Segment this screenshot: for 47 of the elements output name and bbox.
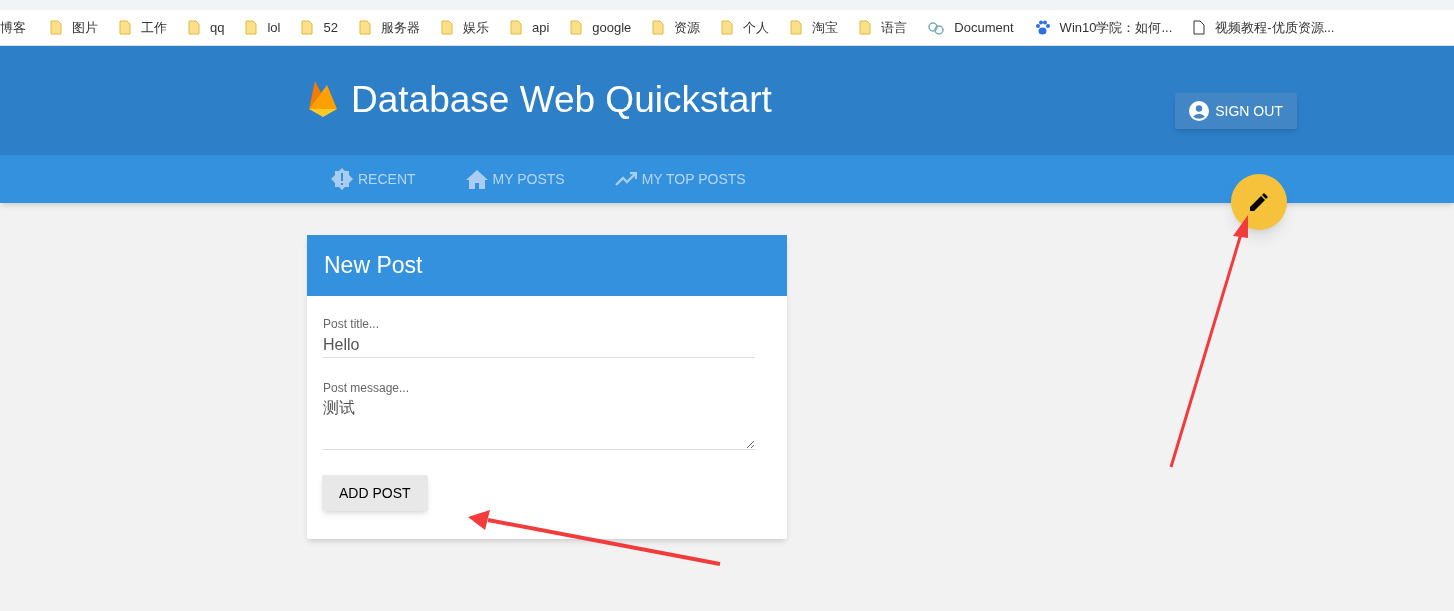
bookmark-link[interactable]: 服务器 (358, 17, 420, 38)
bookmark-link[interactable]: 52 (301, 17, 338, 38)
folder-icon (245, 20, 258, 35)
title-field[interactable]: Hello (323, 332, 755, 358)
bookmark-link[interactable]: 淘宝 (790, 17, 839, 38)
bookmark-link[interactable]: 图片 (50, 17, 98, 38)
folder-icon (188, 20, 200, 35)
folder-icon (652, 20, 665, 35)
folder-icon (440, 20, 453, 35)
bookmark-link[interactable]: api (509, 17, 550, 38)
folder-icon (859, 20, 872, 35)
folder-icon (50, 20, 62, 35)
glasses-icon (928, 20, 945, 35)
bookmark-link[interactable]: qq (188, 17, 225, 38)
folder-icon (721, 20, 734, 35)
bookmark-link[interactable]: 视频教程-优质资源... (1193, 17, 1335, 38)
trending-up-icon (614, 172, 637, 186)
card-title: New Post (324, 251, 423, 281)
bookmark-link[interactable]: 博客 (0, 17, 26, 38)
bookmark-link[interactable]: 工作 (119, 17, 167, 38)
folder-icon (119, 20, 131, 35)
field-label: Post title... (323, 316, 381, 332)
field-label: Post message... (323, 380, 411, 396)
bookmark-link[interactable]: 资源 (652, 17, 701, 38)
account-icon (1189, 101, 1210, 121)
folder-icon (570, 20, 583, 35)
paw-icon (1034, 20, 1050, 35)
bookmark-link[interactable]: lol (245, 17, 281, 38)
app-title: Database Web Quickstart (351, 80, 772, 118)
bookmark-link[interactable]: 语言 (859, 17, 908, 38)
alert-badge-icon (331, 168, 353, 190)
folder-icon (790, 20, 803, 35)
bookmark-link[interactable]: Document (928, 17, 1014, 38)
add-post-button[interactable]: ADD POST (322, 475, 428, 511)
home-icon (465, 169, 488, 189)
folder-icon (509, 20, 522, 35)
sign-out-button[interactable]: SIGN OUT (1175, 93, 1297, 129)
folder-icon (358, 20, 371, 35)
bookmark-link[interactable]: google (570, 17, 632, 38)
bookmark-link[interactable]: 娱乐 (440, 17, 489, 38)
folder-icon (301, 20, 314, 35)
bookmark-link[interactable]: 个人 (721, 17, 770, 38)
pencil-icon (1250, 193, 1268, 211)
bookmark-link[interactable]: Win10学院：如何... (1034, 17, 1173, 38)
message-field[interactable]: 测试 (323, 396, 755, 450)
flame-logo-icon (307, 79, 339, 119)
page-icon (1193, 20, 1206, 35)
